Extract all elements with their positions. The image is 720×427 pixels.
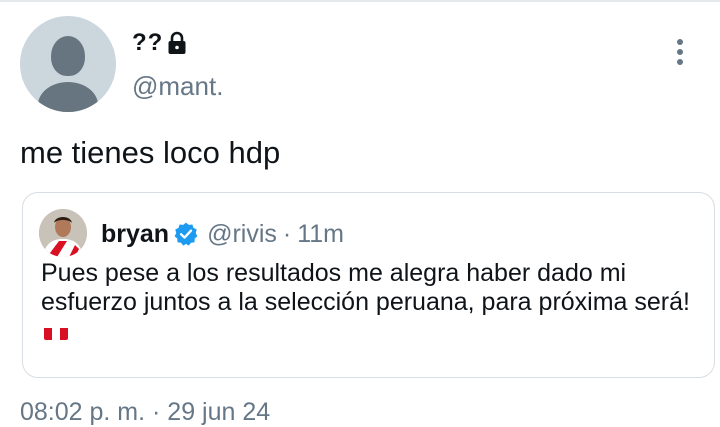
verified-badge-icon — [174, 222, 198, 246]
header-separator: · — [282, 219, 292, 248]
more-dot — [677, 49, 683, 55]
top-divider — [0, 0, 720, 2]
more-dot — [677, 39, 683, 45]
quoted-avatar-photo — [39, 209, 87, 257]
author-name-row[interactable]: ?? — [132, 28, 187, 58]
tweet-text: me tienes loco hdp — [20, 135, 281, 170]
peru-flag-icon — [44, 323, 68, 340]
tweet-timestamp[interactable]: 08:02 p. m. · 29 jun 24 — [20, 398, 270, 427]
author-handle[interactable]: @mant. — [132, 71, 223, 102]
lock-icon — [168, 31, 186, 54]
quoted-tweet-card[interactable]: bryan @rivis · 11m Pues pese a los resul… — [22, 192, 715, 378]
quoted-author-name[interactable]: bryan — [101, 220, 169, 249]
more-dot — [677, 59, 683, 65]
avatar-body-shape — [38, 82, 98, 112]
quoted-author-handle[interactable]: @rivis — [207, 220, 277, 249]
quoted-author-avatar[interactable] — [39, 209, 87, 257]
quoted-tweet-text: Pues pese a los resultados me alegra hab… — [41, 259, 701, 346]
avatar-head-shape — [51, 36, 85, 76]
author-avatar[interactable] — [20, 16, 116, 112]
quoted-tweet-header: bryan @rivis · 11m — [101, 217, 344, 251]
author-display-name[interactable]: ?? — [132, 29, 163, 57]
quoted-tweet-time[interactable]: 11m — [297, 220, 344, 249]
quoted-tweet-body: Pues pese a los resultados me alegra hab… — [41, 259, 690, 316]
more-vertical-icon[interactable] — [668, 34, 692, 70]
